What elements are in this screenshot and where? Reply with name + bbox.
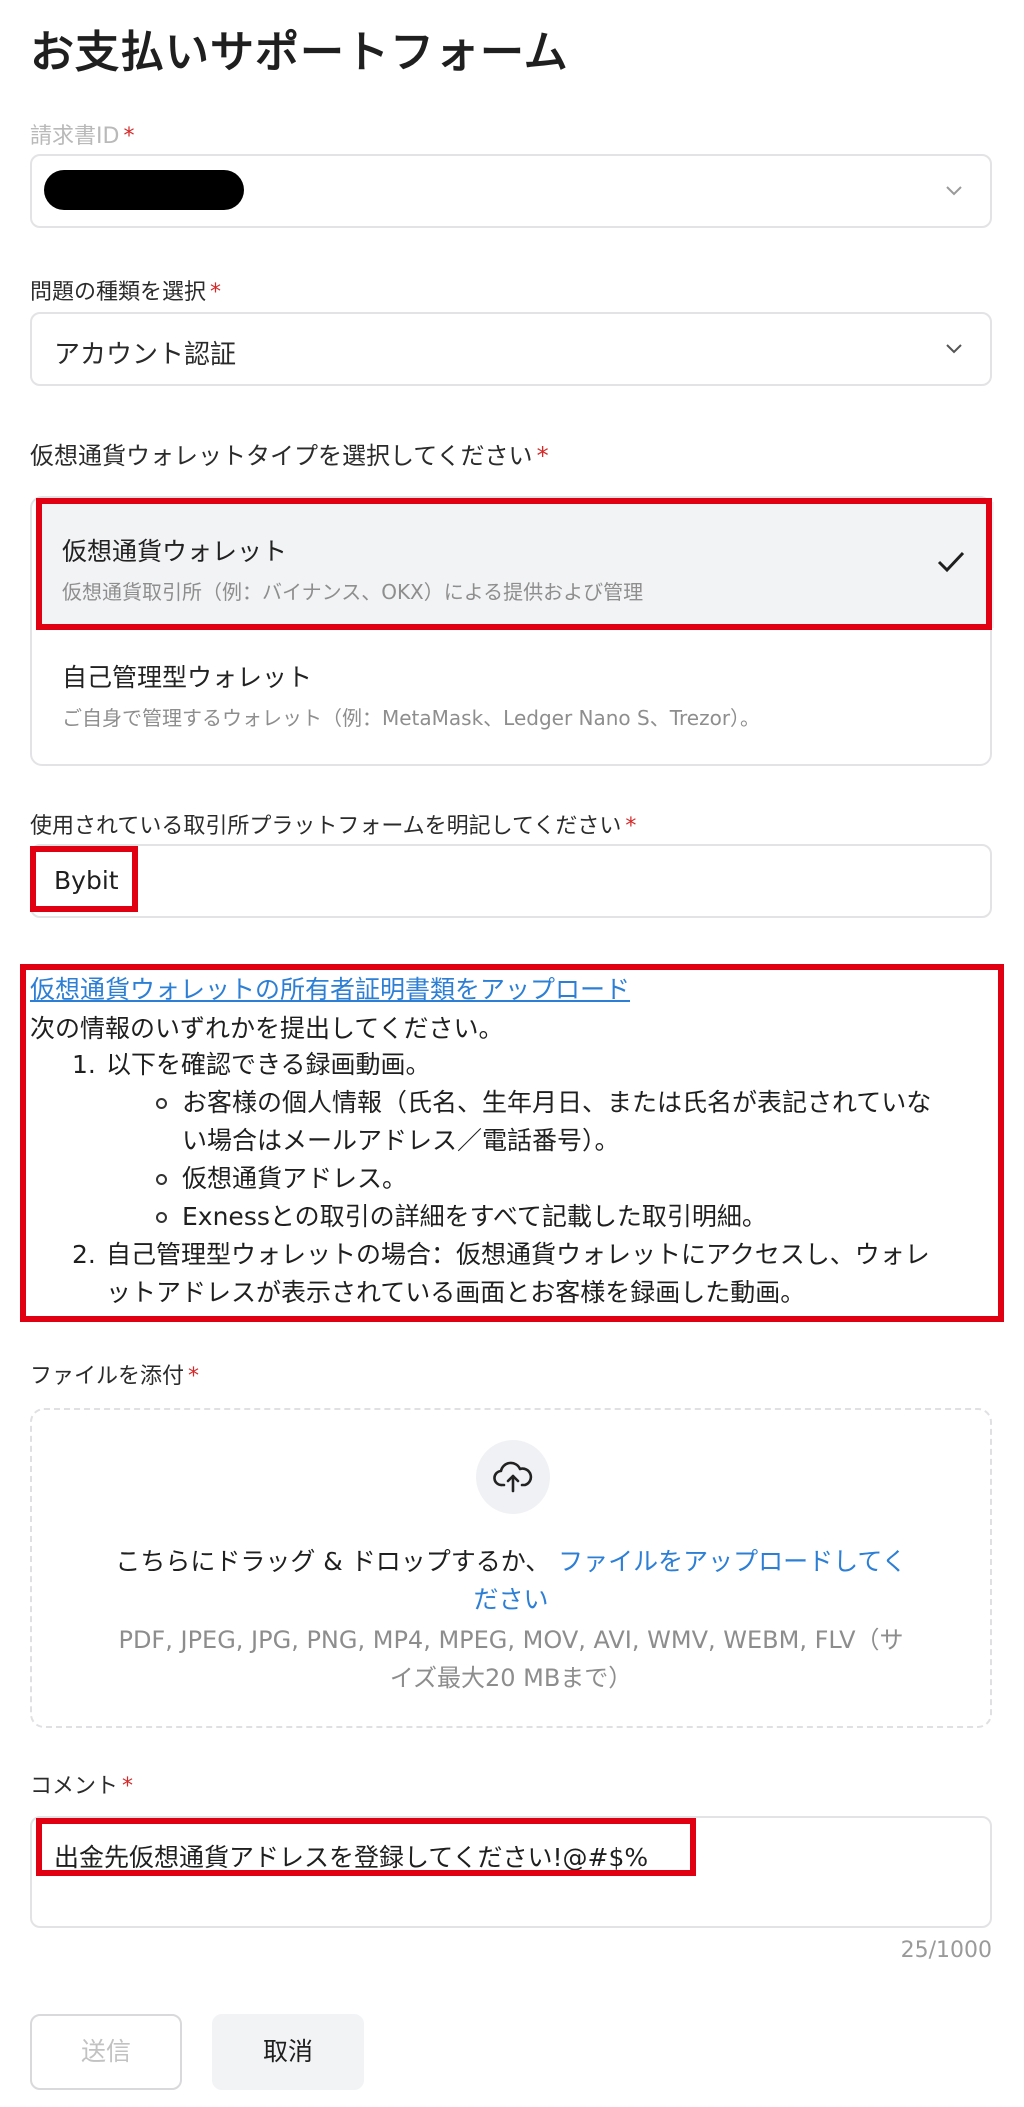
page-title: お支払いサポートフォーム [30,27,569,78]
cancel-button[interactable]: 取消 [212,2014,364,2090]
highlight-box-instructions [20,964,1004,1322]
cloud-upload-icon [493,1461,533,1493]
invoice-id-select[interactable] [30,154,992,228]
highlight-box-comment [36,1818,696,1876]
wallet-option-self-custody[interactable]: 自己管理型ウォレット ご自身で管理するウォレット（例：MetaMask、Ledg… [32,632,990,762]
dropzone-text-line-2: ださい [32,1580,990,1616]
upload-file-link-cont[interactable]: ださい [473,1585,548,1614]
issue-type-label: 問題の種類を選択 * [30,280,222,305]
comment-label: コメント * [30,1774,134,1799]
accepted-formats-line-1: PDF, JPEG, JPG, PNG, MP4, MPEG, MOV, AVI… [118,1626,904,1654]
exchange-platform-input[interactable]: Bybit [30,844,992,918]
exchange-platform-label: 使用されている取引所プラットフォームを明記してください * [30,814,637,839]
issue-type-select[interactable]: アカウント認証 [30,312,992,386]
dropzone-text-line-1: こちらにドラッグ & ドロップするか、 ファイルをアップロードしてく [115,1547,907,1576]
invoice-id-label: 請求書ID * [30,124,135,149]
chevron-down-icon [946,344,962,354]
file-dropzone[interactable]: こちらにドラッグ & ドロップするか、 ファイルをアップロードしてく ださい P… [30,1408,992,1728]
highlight-box-wallet-option [36,498,992,630]
highlight-box-exchange [30,846,138,912]
redacted-value [44,170,244,210]
chevron-down-icon [946,186,962,196]
issue-type-value: アカウント認証 [54,340,237,370]
accepted-formats-line-2: イズ最大20 MBまで） [389,1664,633,1692]
wallet-type-label: 仮想通貨ウォレットタイプを選択してください * [30,442,549,470]
character-counter: 25/1000 [900,1938,992,1963]
upload-file-link[interactable]: ファイルをアップロードしてく [558,1547,907,1576]
upload-button-circle[interactable] [476,1440,550,1514]
submit-button[interactable]: 送信 [30,2014,182,2090]
payment-support-form-page: お支払いサポートフォーム 請求書ID * 問題の種類を選択 * アカウント認証 仮想… [0,0,1024,2107]
attachment-label: ファイルを添付 * [30,1364,200,1389]
